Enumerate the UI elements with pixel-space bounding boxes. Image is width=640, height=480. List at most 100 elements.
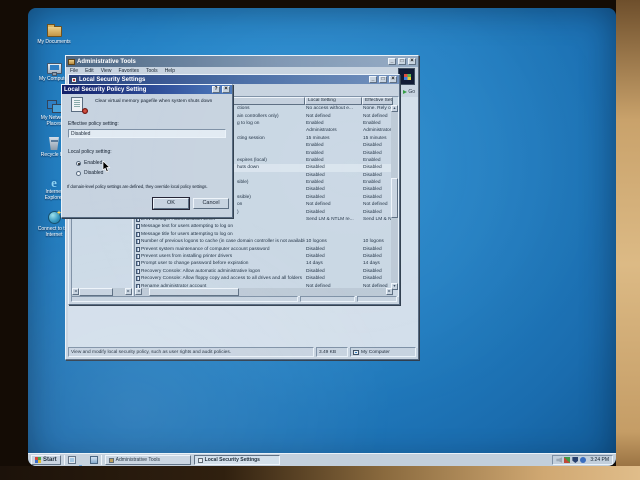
quick-launch bbox=[68, 456, 98, 464]
local-setting-cell: Disabled bbox=[305, 172, 362, 179]
tree-horizontal-scrollbar[interactable]: ◄ ► bbox=[72, 288, 132, 296]
task-button[interactable]: Local Security Settings bbox=[194, 455, 280, 465]
dialog-titlebar[interactable]: Local Security Policy Setting bbox=[62, 85, 232, 94]
local-setting-cell: Enabled bbox=[305, 120, 362, 127]
effective-setting-cell: Disabled bbox=[362, 253, 393, 260]
local-setting-cell: Disabled bbox=[305, 246, 362, 253]
quick-launch-icon[interactable] bbox=[79, 456, 87, 464]
policy-name-text: Clear virtual memory pagefile when syste… bbox=[95, 99, 228, 105]
tray-icon[interactable] bbox=[572, 457, 578, 463]
quick-launch-icon[interactable] bbox=[68, 456, 76, 464]
minimize-button[interactable] bbox=[388, 58, 396, 65]
minimize-button[interactable] bbox=[369, 76, 377, 83]
task-button[interactable]: Administrative Tools bbox=[105, 455, 191, 465]
mouse-cursor bbox=[102, 160, 111, 178]
task-button-icon bbox=[198, 458, 203, 463]
scroll-right-icon[interactable]: ► bbox=[386, 288, 393, 295]
policy-doc-icon bbox=[136, 276, 140, 281]
effective-setting-cell: Administrator... bbox=[362, 127, 393, 134]
lss-statusbar bbox=[71, 296, 397, 302]
column-header-local-setting[interactable]: Local Setting bbox=[305, 97, 362, 105]
ok-button[interactable]: OK bbox=[153, 198, 189, 209]
scroll-thumb[interactable] bbox=[79, 288, 113, 296]
desktop-icon-image bbox=[47, 174, 62, 187]
policy-row[interactable]: Message text for users attempting to log… bbox=[135, 223, 393, 230]
tray-icon[interactable] bbox=[556, 457, 562, 463]
tray-icon[interactable] bbox=[580, 457, 586, 463]
task-button-area: Administrative Tools Local Security Sett… bbox=[105, 455, 550, 465]
local-setting-cell: Disabled bbox=[305, 275, 362, 282]
policy-doc-icon bbox=[136, 254, 140, 259]
effective-policy-value-field: Disabled bbox=[68, 129, 226, 138]
radio-selected-icon[interactable] bbox=[76, 161, 81, 166]
scroll-left-icon[interactable]: ◄ bbox=[72, 288, 79, 295]
help-button[interactable] bbox=[212, 86, 220, 93]
scroll-thumb[interactable] bbox=[391, 178, 398, 218]
local-setting-cell: 14 days bbox=[305, 260, 362, 267]
policy-name-cell: Prevent system maintenance of computer a… bbox=[135, 246, 305, 253]
taskbar-clock[interactable]: 3:24 PM bbox=[588, 457, 609, 463]
radio-disabled-label: Disabled bbox=[84, 170, 103, 176]
close-button[interactable] bbox=[408, 58, 416, 65]
lss-titlebar[interactable]: Local Security Settings bbox=[69, 75, 399, 84]
start-button[interactable]: Start bbox=[31, 455, 61, 465]
effective-setting-cell: Disabled bbox=[362, 246, 393, 253]
local-setting-cell: Administrators bbox=[305, 127, 362, 134]
desktop-icon-image bbox=[47, 100, 62, 113]
admin-window-title: Administrative Tools bbox=[77, 59, 386, 65]
effective-setting-cell: Disabled bbox=[362, 142, 393, 149]
tray-icon[interactable] bbox=[564, 457, 570, 463]
maximize-button[interactable] bbox=[398, 58, 406, 65]
scroll-right-icon[interactable]: ► bbox=[125, 288, 132, 295]
radio-enabled[interactable]: Enabled bbox=[76, 160, 102, 166]
admin-tools-icon bbox=[68, 59, 75, 65]
list-vertical-scrollbar[interactable]: ▲ ▼ bbox=[391, 105, 398, 290]
policy-row[interactable]: Prevent users from installing printer dr… bbox=[135, 253, 393, 260]
cancel-button[interactable]: Cancel bbox=[193, 198, 229, 209]
local-setting-cell: Enabled bbox=[305, 150, 362, 157]
close-button[interactable] bbox=[389, 76, 397, 83]
effective-setting-cell: Disabled bbox=[362, 186, 393, 193]
go-button[interactable]: Go bbox=[402, 87, 416, 96]
policy-row[interactable]: Message title for users attempting to lo… bbox=[135, 231, 393, 238]
scroll-left-icon[interactable]: ◄ bbox=[135, 288, 142, 295]
local-setting-cell: Disabled bbox=[305, 164, 362, 171]
radio-unselected-icon[interactable] bbox=[76, 171, 81, 176]
local-setting-cell: Enabled bbox=[305, 179, 362, 186]
admin-titlebar[interactable]: Administrative Tools bbox=[66, 56, 418, 67]
list-horizontal-scrollbar[interactable]: ◄ ► bbox=[135, 288, 393, 296]
effective-setting-cell: Enabled bbox=[362, 157, 393, 164]
tray-icons bbox=[556, 457, 586, 463]
policy-row[interactable]: Recovery Console: Allow automatic admini… bbox=[135, 268, 393, 275]
status-filesize: 3.49 KB bbox=[316, 347, 348, 357]
local-setting-cell: Disabled bbox=[305, 253, 362, 260]
quick-launch-icon[interactable] bbox=[90, 456, 98, 464]
column-header-effective-setting[interactable]: Effective Sett... bbox=[362, 97, 393, 105]
local-setting-cell: Disabled bbox=[305, 268, 362, 275]
local-setting-cell: 15 minutes bbox=[305, 135, 362, 142]
admin-statusbar: View and modify local security policy, s… bbox=[68, 347, 416, 357]
crt-screen: My Documents My Computer My Network Plac… bbox=[28, 8, 616, 466]
effective-policy-label: Effective policy setting: bbox=[68, 121, 119, 127]
local-setting-cell: Not defined bbox=[305, 201, 362, 208]
local-setting-cell: Enabled bbox=[305, 157, 362, 164]
radio-disabled[interactable]: Disabled bbox=[76, 170, 103, 176]
policy-row[interactable]: Recovery Console: Allow floppy copy and … bbox=[135, 275, 393, 282]
policy-doc-icon bbox=[136, 239, 140, 244]
policy-row[interactable]: Prevent system maintenance of computer a… bbox=[135, 245, 393, 252]
close-button[interactable] bbox=[222, 86, 230, 93]
desktop-icon-image bbox=[47, 63, 62, 74]
policy-row[interactable]: Prompt user to change password before ex… bbox=[135, 260, 393, 267]
maximize-button[interactable] bbox=[379, 76, 387, 83]
scroll-thumb[interactable] bbox=[149, 288, 239, 296]
local-setting-cell: Enabled bbox=[305, 142, 362, 149]
local-setting-cell: Disabled bbox=[305, 194, 362, 201]
effective-setting-cell: 14 days bbox=[362, 260, 393, 267]
policy-name-cell: Recovery Console: Allow floppy copy and … bbox=[135, 275, 305, 282]
scroll-up-icon[interactable]: ▲ bbox=[391, 105, 398, 112]
effective-setting-cell: Not defined bbox=[362, 201, 393, 208]
policy-doc-icon bbox=[136, 247, 140, 252]
policy-doc-icon bbox=[136, 269, 140, 274]
policy-row[interactable]: Number of previous logons to cache (in c… bbox=[135, 238, 393, 245]
taskbar-divider bbox=[101, 455, 102, 465]
